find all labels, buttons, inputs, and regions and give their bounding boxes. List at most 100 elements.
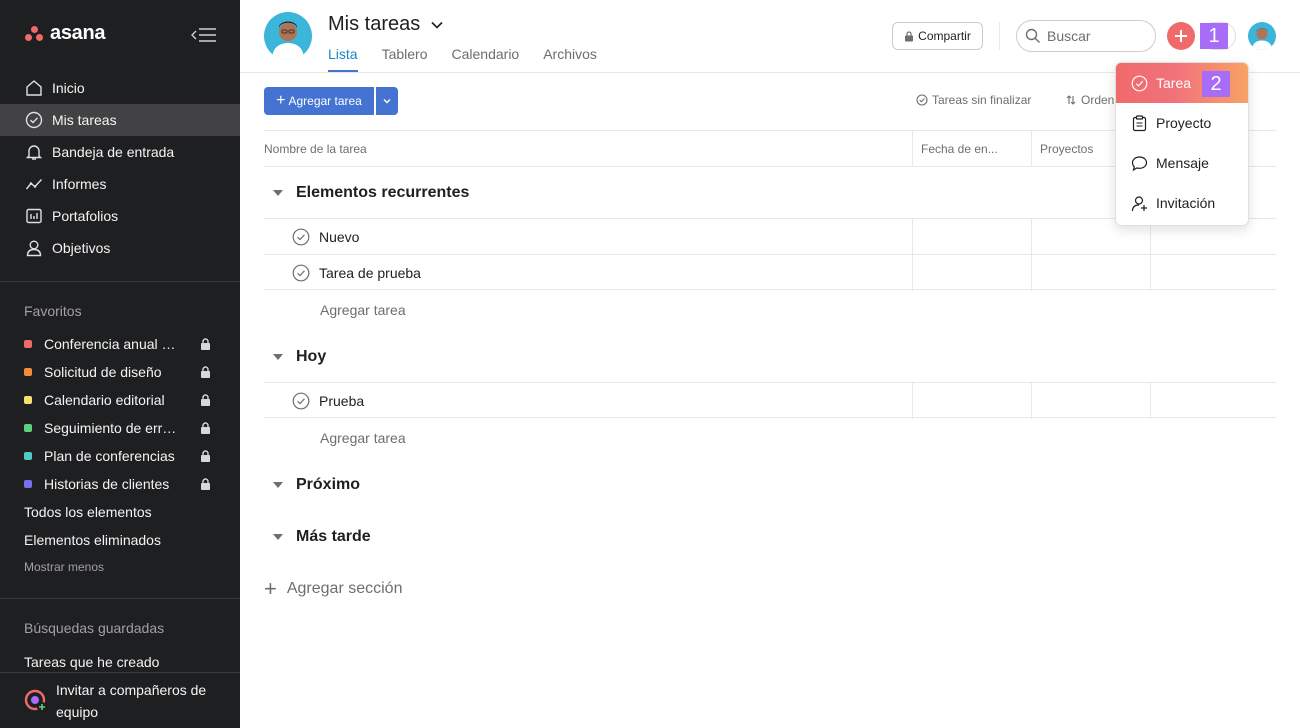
bell-icon <box>24 142 44 162</box>
all-items-link[interactable]: Todos los elementos <box>0 498 240 526</box>
project-color-dot <box>24 396 32 404</box>
complete-task-icon[interactable] <box>292 392 310 410</box>
nav-label: Objetivos <box>52 240 111 256</box>
lock-icon <box>201 394 210 406</box>
saved-search-item[interactable]: Tareas que he creado <box>24 654 159 670</box>
section-header[interactable]: Más tarde <box>264 511 1276 563</box>
favorite-item[interactable]: Seguimiento de errores <box>0 414 240 442</box>
tab-lista[interactable]: Lista <box>328 46 358 72</box>
nav-item-objetivos[interactable]: Objetivos <box>0 232 240 264</box>
chart-line-icon <box>24 174 44 194</box>
menu-label: Tarea <box>1156 75 1192 91</box>
add-task-inline[interactable]: Agregar tarea <box>320 302 406 318</box>
plus-icon <box>1175 30 1187 42</box>
favorites-title: Favoritos <box>24 303 82 319</box>
show-less-link[interactable]: Mostrar menos <box>0 554 240 580</box>
search-box <box>1016 20 1156 52</box>
complete-task-icon[interactable] <box>292 228 310 246</box>
favorite-item[interactable]: Conferencia anual de ventas <box>0 330 240 358</box>
incomplete-tasks-filter[interactable]: Tareas sin finalizar <box>916 93 1031 107</box>
table-row[interactable]: Prueba <box>264 382 1276 419</box>
share-label: Compartir <box>918 29 971 43</box>
nav-item-informes[interactable]: Informes <box>0 168 240 200</box>
lock-icon <box>905 30 914 41</box>
filter-label: Tareas sin finalizar <box>932 93 1032 107</box>
step-badge-2: 2 <box>1202 71 1230 97</box>
menu-item-mensaje[interactable]: Mensaje <box>1116 143 1248 183</box>
tab-tablero[interactable]: Tablero <box>382 46 428 72</box>
invite-icon <box>24 689 47 712</box>
nav-item-portafolios[interactable]: Portafolios <box>0 200 240 232</box>
column-header-task-name[interactable]: Nombre de la tarea <box>264 131 367 167</box>
nav-label: Informes <box>52 176 107 192</box>
check-circle-icon <box>24 110 44 130</box>
caret-down-icon[interactable] <box>264 481 292 489</box>
deleted-items-link[interactable]: Elementos eliminados <box>0 526 240 554</box>
asana-logo[interactable]: asana <box>24 22 106 45</box>
menu-item-invitacion[interactable]: Invitación <box>1116 183 1248 223</box>
section-header[interactable]: Hoy <box>264 331 1276 383</box>
add-task-inline[interactable]: Agregar tarea <box>320 430 406 446</box>
sidebar-divider <box>0 598 240 599</box>
lock-icon <box>201 338 210 350</box>
task-name[interactable]: Tarea de prueba <box>319 265 421 281</box>
task-name[interactable]: Nuevo <box>319 229 359 245</box>
menu-label: Invitación <box>1156 195 1216 211</box>
favorites-list: Conferencia anual de ventas Solicitud de… <box>0 330 240 580</box>
favorite-label: Solicitud de diseño <box>44 364 162 380</box>
add-task-button[interactable]: + Agregar tarea <box>264 87 374 115</box>
sort-button[interactable]: Orden <box>1066 93 1114 107</box>
favorite-item[interactable]: Plan de conferencias <box>0 442 240 470</box>
header-divider <box>999 22 1000 50</box>
chevron-down-icon <box>383 99 391 104</box>
collapse-sidebar-icon[interactable] <box>190 24 218 46</box>
logo-text: asana <box>50 22 106 44</box>
sidebar: asana Inicio Mis tareas Bandeja de entra… <box>0 0 240 728</box>
section-title: Próximo <box>296 476 361 493</box>
saved-searches-title: Búsquedas guardadas <box>24 620 165 636</box>
chevron-down-icon[interactable] <box>430 18 444 32</box>
quick-add-button[interactable] <box>1167 22 1195 50</box>
section-title: Elementos recurrentes <box>296 184 470 201</box>
nav-item-mis-tareas[interactable]: Mis tareas <box>0 104 240 136</box>
lock-icon <box>201 366 210 378</box>
add-section-label: Agregar sección <box>286 580 403 597</box>
profile-avatar[interactable] <box>1248 22 1276 50</box>
favorite-label: Conferencia anual de ventas <box>44 336 180 352</box>
nav-item-bandeja[interactable]: Bandeja de entrada <box>0 136 240 168</box>
check-circle-icon <box>1131 75 1148 91</box>
menu-label: Mensaje <box>1156 155 1209 171</box>
invite-label: Invitar a compañeros de equipo <box>56 681 207 720</box>
menu-item-proyecto[interactable]: Proyecto <box>1116 103 1248 143</box>
favorite-item[interactable]: Calendario editorial <box>0 386 240 414</box>
add-section-button[interactable]: + Agregar sección <box>264 578 402 600</box>
table-row[interactable]: Tarea de prueba <box>264 254 1276 291</box>
plus-icon: + <box>264 576 277 601</box>
search-input[interactable] <box>1047 28 1147 44</box>
caret-down-icon[interactable] <box>264 189 292 197</box>
caret-down-icon[interactable] <box>264 353 292 361</box>
favorite-label: Calendario editorial <box>44 392 165 408</box>
favorite-item[interactable]: Solicitud de diseño <box>0 358 240 386</box>
project-color-dot <box>24 424 32 432</box>
column-header-due-date[interactable]: Fecha de en... <box>912 131 1031 167</box>
portfolio-icon <box>24 206 44 226</box>
menu-item-tarea[interactable]: Tarea 2 <box>1116 63 1248 103</box>
project-color-dot <box>24 480 32 488</box>
quick-add-menu: Tarea 2 Proyecto Mensaje Invitación <box>1115 62 1249 226</box>
caret-down-icon[interactable] <box>264 533 292 541</box>
add-task-dropdown-button[interactable] <box>376 87 398 115</box>
tab-archivos[interactable]: Archivos <box>543 46 597 72</box>
user-avatar[interactable] <box>264 12 312 60</box>
complete-task-icon[interactable] <box>292 264 310 282</box>
section-header[interactable]: Próximo <box>264 459 1276 511</box>
nav-item-inicio[interactable]: Inicio <box>0 72 240 104</box>
task-name[interactable]: Prueba <box>319 393 364 409</box>
person-icon <box>24 238 44 258</box>
favorite-item[interactable]: Historias de clientes <box>0 470 240 498</box>
share-button[interactable]: Compartir <box>892 22 983 50</box>
sort-label: Orden <box>1081 93 1115 107</box>
check-circle-icon <box>916 94 928 106</box>
tab-calendario[interactable]: Calendario <box>452 46 520 72</box>
invite-teammates-button[interactable]: Invitar a compañeros de equipo <box>0 672 240 728</box>
